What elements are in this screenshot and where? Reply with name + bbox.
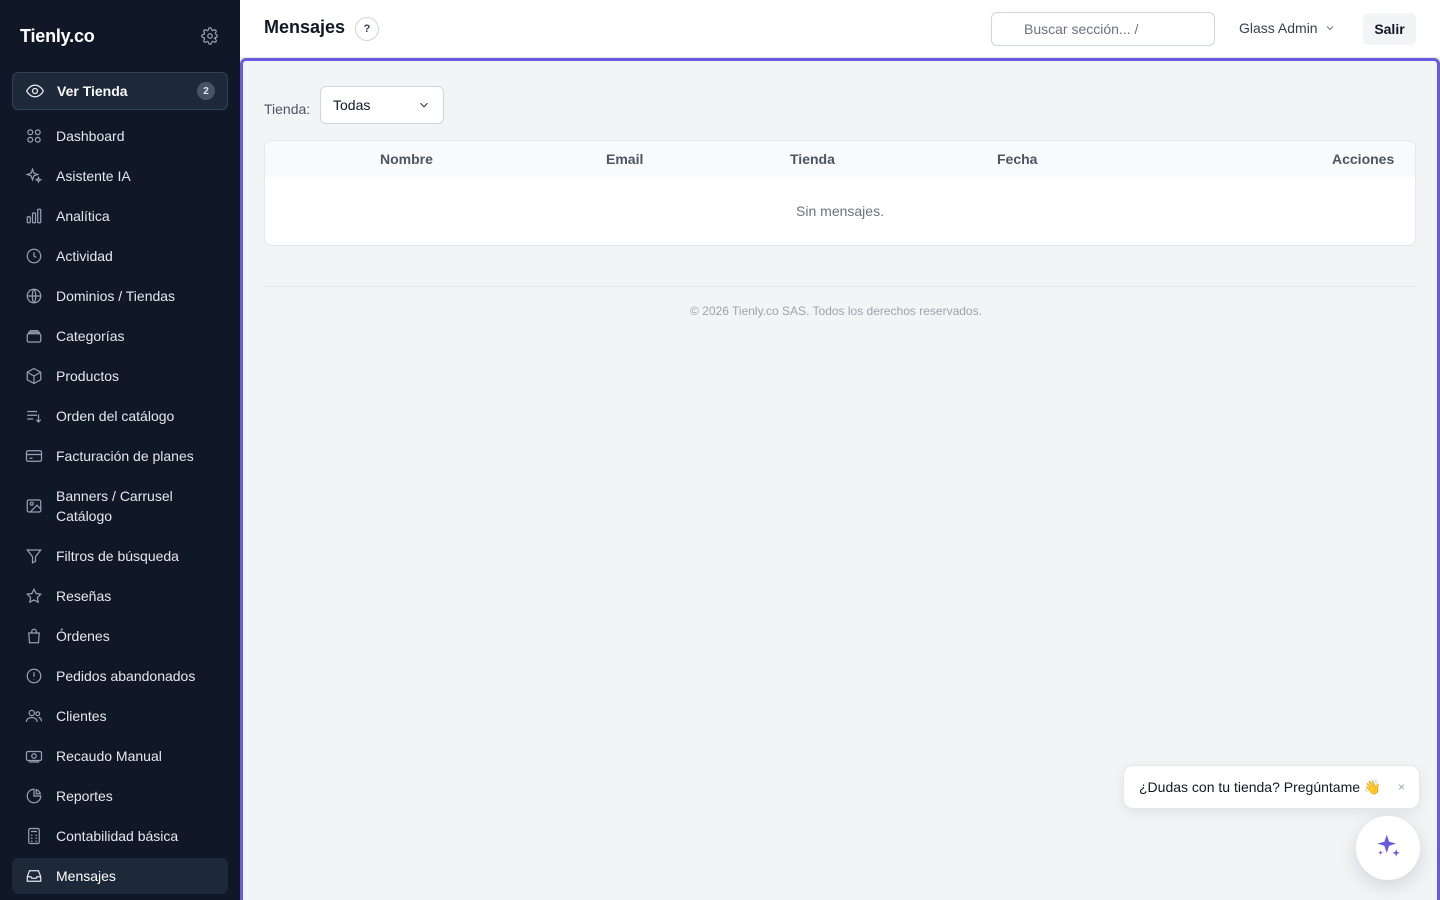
folder-stack-icon	[24, 326, 44, 346]
page-title: Mensajes	[264, 17, 346, 37]
credit-card-icon	[24, 446, 44, 466]
sidebar-item-analitica[interactable]: Analítica	[12, 196, 228, 236]
sidebar-item-dashboard[interactable]: Dashboard	[12, 116, 228, 156]
sidebar-item-label: Banners / Carrusel Catálogo	[56, 488, 173, 524]
sidebar-item-orden-catalogo[interactable]: Orden del catálogo	[12, 396, 228, 436]
top-header: Mensajes ? Buscar sección... / Glass Adm…	[240, 0, 1440, 58]
sidebar-item-label: Clientes	[56, 708, 107, 724]
sidebar-item-label: Dashboard	[56, 128, 125, 144]
search-input[interactable]: Buscar sección... /	[991, 12, 1215, 46]
chat-prompt-bubble[interactable]: ¿Dudas con tu tienda? Pregúntame 👋 ×	[1123, 765, 1420, 809]
column-header-acciones: Acciones	[1332, 151, 1395, 167]
store-filter-value: Todas	[333, 97, 371, 113]
sidebar-item-label: Recaudo Manual	[56, 748, 162, 764]
sidebar-item-label: Órdenes	[56, 628, 110, 644]
ver-tienda-badge: 2	[197, 82, 215, 100]
sidebar-item-label: Facturación de planes	[56, 448, 194, 464]
sidebar-item-label: Categorías	[56, 328, 125, 344]
empty-state-message: Sin mensajes.	[796, 203, 884, 219]
sidebar-item-recaudo-manual[interactable]: Recaudo Manual	[12, 736, 228, 776]
chevron-down-icon	[417, 98, 431, 112]
logout-button[interactable]: Salir	[1363, 13, 1416, 45]
sidebar-item-actividad[interactable]: Actividad	[12, 236, 228, 276]
filter-icon	[24, 546, 44, 566]
sidebar-item-contabilidad[interactable]: Contabilidad básica	[12, 816, 228, 856]
sidebar-item-label: Mensajes	[56, 868, 116, 884]
sidebar-item-label: Asistente IA	[56, 168, 131, 184]
chat-prompt-text: ¿Dudas con tu tienda? Pregúntame 👋	[1139, 778, 1382, 795]
footer-copyright: © 2026 Tienly.co SAS. Todos los derechos…	[690, 304, 982, 318]
sparkles-icon	[1373, 831, 1403, 866]
chevron-down-icon	[1324, 22, 1336, 34]
sidebar-item-label: Pedidos abandonados	[56, 668, 196, 684]
sidebar-item-label: Analítica	[56, 208, 110, 224]
user-name: Glass Admin	[1239, 20, 1318, 36]
ver-tienda-button[interactable]: Ver Tienda 2	[12, 72, 228, 110]
sidebar-item-label: Filtros de búsqueda	[56, 548, 179, 564]
sort-list-icon	[24, 406, 44, 426]
sidebar-item-facturacion[interactable]: Facturación de planes	[12, 436, 228, 476]
sidebar: Tienly.co Ver Tienda 2 Dashboard Asisten…	[0, 0, 240, 900]
star-icon	[24, 586, 44, 606]
sidebar-item-label: Reseñas	[56, 588, 112, 604]
user-menu[interactable]: Glass Admin	[1239, 20, 1336, 36]
eye-icon	[25, 81, 45, 101]
sidebar-item-pedidos-abandonados[interactable]: Pedidos abandonados	[12, 656, 228, 696]
sidebar-item-label: Dominios / Tiendas	[56, 288, 176, 304]
column-header-nombre: Nombre	[380, 151, 433, 167]
sidebar-item-dominios[interactable]: Dominios / Tiendas	[12, 276, 228, 316]
pie-chart-icon	[24, 786, 44, 806]
chat-assistant-button[interactable]	[1356, 816, 1420, 880]
box-icon	[24, 366, 44, 386]
close-icon[interactable]: ×	[1398, 780, 1405, 794]
sidebar-item-asistente-ia[interactable]: Asistente IA	[12, 156, 228, 196]
sidebar-item-mensajes[interactable]: Mensajes	[12, 858, 228, 894]
shopping-bag-icon	[24, 626, 44, 646]
sidebar-item-label: Productos	[56, 368, 120, 384]
store-filter-select[interactable]: Todas	[320, 86, 444, 124]
help-button[interactable]: ?	[355, 17, 379, 41]
sidebar-item-label: Reportes	[56, 788, 113, 804]
sidebar-item-clientes[interactable]: Clientes	[12, 696, 228, 736]
sidebar-item-categorias[interactable]: Categorías	[12, 316, 228, 356]
sidebar-item-resenas[interactable]: Reseñas	[12, 576, 228, 616]
sidebar-item-productos[interactable]: Productos	[12, 356, 228, 396]
table-header: Nombre Email Tienda Fecha Acciones	[265, 141, 1415, 177]
bar-chart-icon	[24, 206, 44, 226]
sidebar-item-banners[interactable]: Banners / Carrusel Catálogo	[12, 476, 228, 536]
sidebar-item-ordenes[interactable]: Órdenes	[12, 616, 228, 656]
inbox-icon	[24, 866, 44, 886]
store-filter-label: Tienda:	[264, 101, 311, 117]
column-header-tienda: Tienda	[790, 151, 835, 167]
grid-icon	[24, 126, 44, 146]
users-icon	[24, 706, 44, 726]
brand-row: Tienly.co	[0, 0, 240, 72]
sidebar-item-reportes[interactable]: Reportes	[12, 776, 228, 816]
ver-tienda-label: Ver Tienda	[57, 83, 128, 99]
sidebar-item-label: Actividad	[56, 248, 113, 264]
sidebar-item-label: Contabilidad básica	[56, 828, 179, 844]
gear-icon[interactable]	[200, 26, 220, 46]
alert-circle-icon	[24, 666, 44, 686]
brand-logo[interactable]: Tienly.co	[20, 26, 95, 47]
sidebar-item-label: Orden del catálogo	[56, 408, 175, 424]
footer-divider	[264, 286, 1416, 287]
clock-icon	[24, 246, 44, 266]
sparkles-icon	[24, 166, 44, 186]
sidebar-item-filtros[interactable]: Filtros de búsqueda	[12, 536, 228, 576]
cash-icon	[24, 746, 44, 766]
messages-table: Nombre Email Tienda Fecha Acciones Sin m…	[264, 140, 1416, 246]
column-header-fecha: Fecha	[997, 151, 1038, 167]
column-header-email: Email	[606, 151, 644, 167]
globe-icon	[24, 286, 44, 306]
image-icon	[24, 496, 44, 516]
calculator-icon	[24, 826, 44, 846]
